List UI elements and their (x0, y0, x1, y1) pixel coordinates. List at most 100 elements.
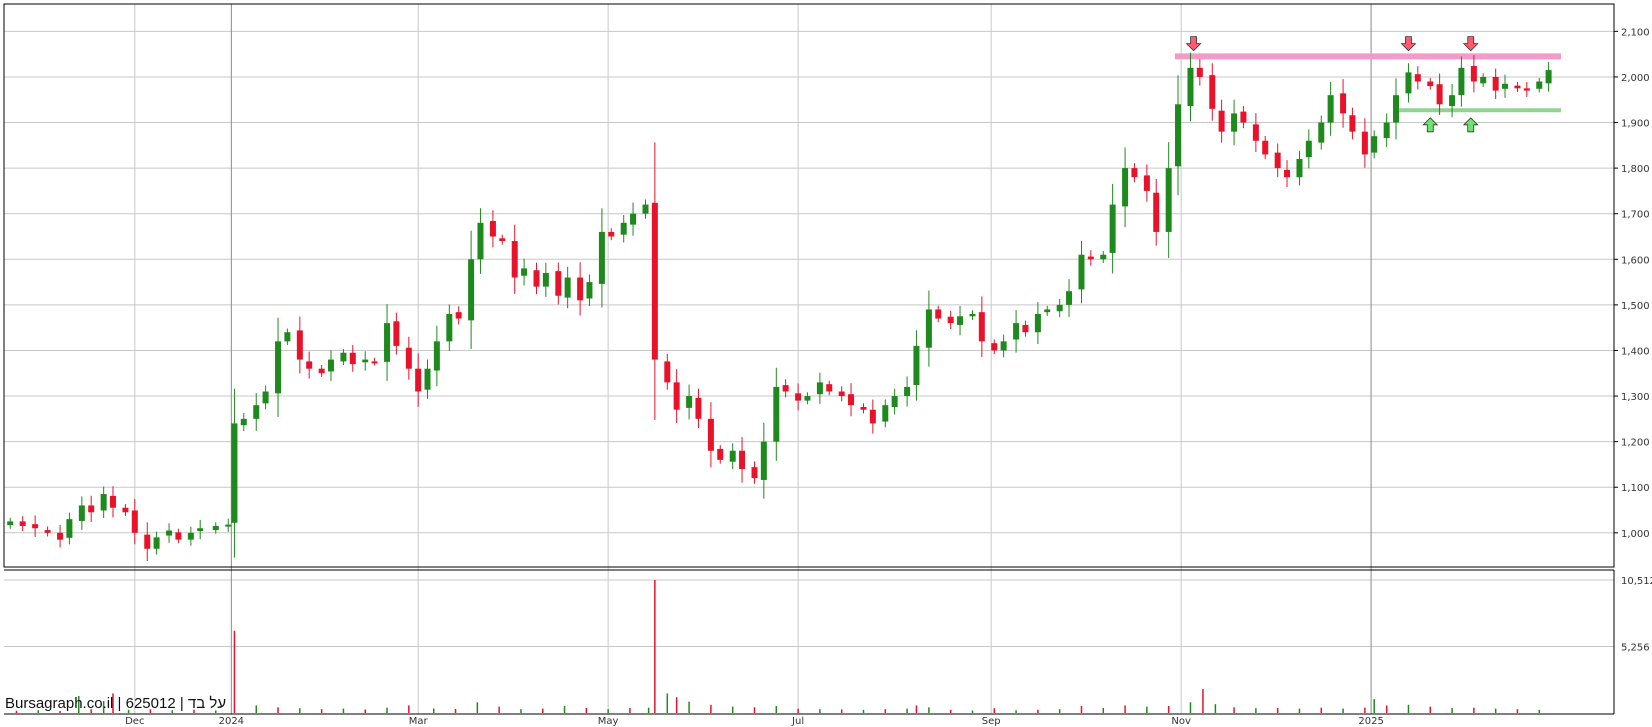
candle-body (1327, 95, 1334, 123)
candle-body (1240, 111, 1247, 123)
axes: 1,000 1,100 1,200 1,300 1,400 1,500 1,600 1,700… (3, 3, 1652, 727)
candle-body (1262, 140, 1269, 155)
candle-body (446, 313, 453, 342)
candle-body (144, 534, 151, 549)
candle-body (371, 361, 378, 364)
candle-body (44, 530, 51, 533)
candle-body (88, 505, 95, 513)
candle-body (860, 406, 867, 410)
x-tick-label: Sep (982, 716, 1001, 727)
arrow-down-icon (1400, 36, 1417, 52)
candle-body (1044, 309, 1051, 313)
candle-body (349, 352, 356, 365)
candle-body (306, 361, 313, 369)
candle-body (499, 238, 506, 242)
candle-body (773, 386, 780, 442)
candle-body (231, 423, 238, 523)
candle-body (1122, 168, 1129, 207)
candle-body (991, 343, 998, 351)
candle-body (166, 530, 173, 536)
candle-body (707, 418, 714, 451)
y-tick-label: 1,600 (1621, 255, 1650, 266)
candle-body (489, 220, 496, 237)
candle-body (564, 277, 571, 298)
candle-body (1318, 122, 1325, 143)
candle-body (225, 524, 232, 527)
candle-body (1187, 67, 1194, 107)
candle-body (1274, 152, 1281, 169)
candle-body (1340, 93, 1347, 114)
candle-body (511, 241, 518, 278)
candle-body (1545, 70, 1552, 84)
y-tick-label: 2,000 (1621, 73, 1650, 84)
candle-body (1349, 115, 1356, 132)
x-tick-label: May (598, 716, 619, 727)
candle-body (729, 450, 736, 462)
chart-canvas: 1,000 1,100 1,200 1,300 1,400 1,500 1,600 1,700… (3, 3, 1652, 727)
candle-body (695, 397, 702, 419)
candle-body (848, 394, 855, 406)
candle-body (1218, 110, 1225, 132)
candle-body (913, 345, 920, 386)
candle-body (153, 537, 160, 549)
candle-body (1470, 65, 1477, 82)
candle-body (327, 359, 334, 372)
candle-body (804, 396, 811, 401)
candle-body (891, 396, 898, 407)
candle-body (620, 222, 627, 235)
candle-body (284, 332, 291, 342)
candle-body (1514, 85, 1521, 89)
candle-body (405, 347, 412, 369)
candle-body (1100, 254, 1107, 260)
candle-body (477, 222, 484, 260)
candle-body (533, 270, 540, 287)
x-tick-label: 2024 (219, 716, 244, 727)
candle-body (904, 386, 911, 397)
candle-body (296, 330, 303, 360)
y-tick-label: 1,500 (1621, 301, 1650, 312)
candle-body (78, 505, 85, 521)
candle-body (816, 382, 823, 395)
arrow-up-icon (1422, 117, 1439, 133)
candle-body (1536, 81, 1543, 89)
candle-body (1175, 104, 1182, 167)
candle-body (882, 405, 889, 422)
candle-body (577, 277, 584, 301)
candle-body (935, 309, 942, 319)
candle-body (1143, 175, 1150, 191)
candle-body (1209, 75, 1216, 109)
grid (4, 4, 1614, 714)
arrow-down-icon (1462, 36, 1479, 52)
candle-body (1131, 168, 1138, 178)
candle-body (630, 213, 637, 225)
volume-tick-label: 10,512 (1621, 576, 1652, 587)
stock-chart: 1,000 1,100 1,200 1,300 1,400 1,500 1,600 1,700… (0, 0, 1652, 727)
candle-body (66, 519, 73, 538)
candle-body (1056, 304, 1063, 312)
candle-body (455, 312, 462, 319)
price-candles (7, 52, 1552, 562)
candle-body (318, 368, 325, 374)
x-tick-label: Mar (409, 716, 429, 727)
candle-body (362, 359, 369, 363)
candle-body (1405, 72, 1412, 94)
candle-body (1427, 81, 1434, 87)
x-tick-label: Jul (791, 716, 804, 727)
candle-body (122, 507, 129, 513)
candle-body (468, 259, 475, 321)
candle-body (340, 352, 347, 362)
candle-body (424, 368, 431, 390)
y-tick-label: 1,900 (1621, 119, 1650, 130)
x-tick-label: 2025 (1358, 716, 1383, 727)
candle-body (7, 521, 14, 526)
candle-body (608, 231, 615, 237)
candle-body (393, 321, 400, 346)
candle-body (1523, 88, 1530, 91)
candle-body (384, 323, 391, 362)
candle-body (1087, 256, 1094, 260)
candle-body (109, 495, 116, 508)
candle-body (1284, 169, 1291, 178)
candle-body (1436, 84, 1443, 105)
watermark-text: Bursagraph.co.il | 625012 | על בד (5, 695, 226, 712)
candle-body (1414, 74, 1421, 82)
